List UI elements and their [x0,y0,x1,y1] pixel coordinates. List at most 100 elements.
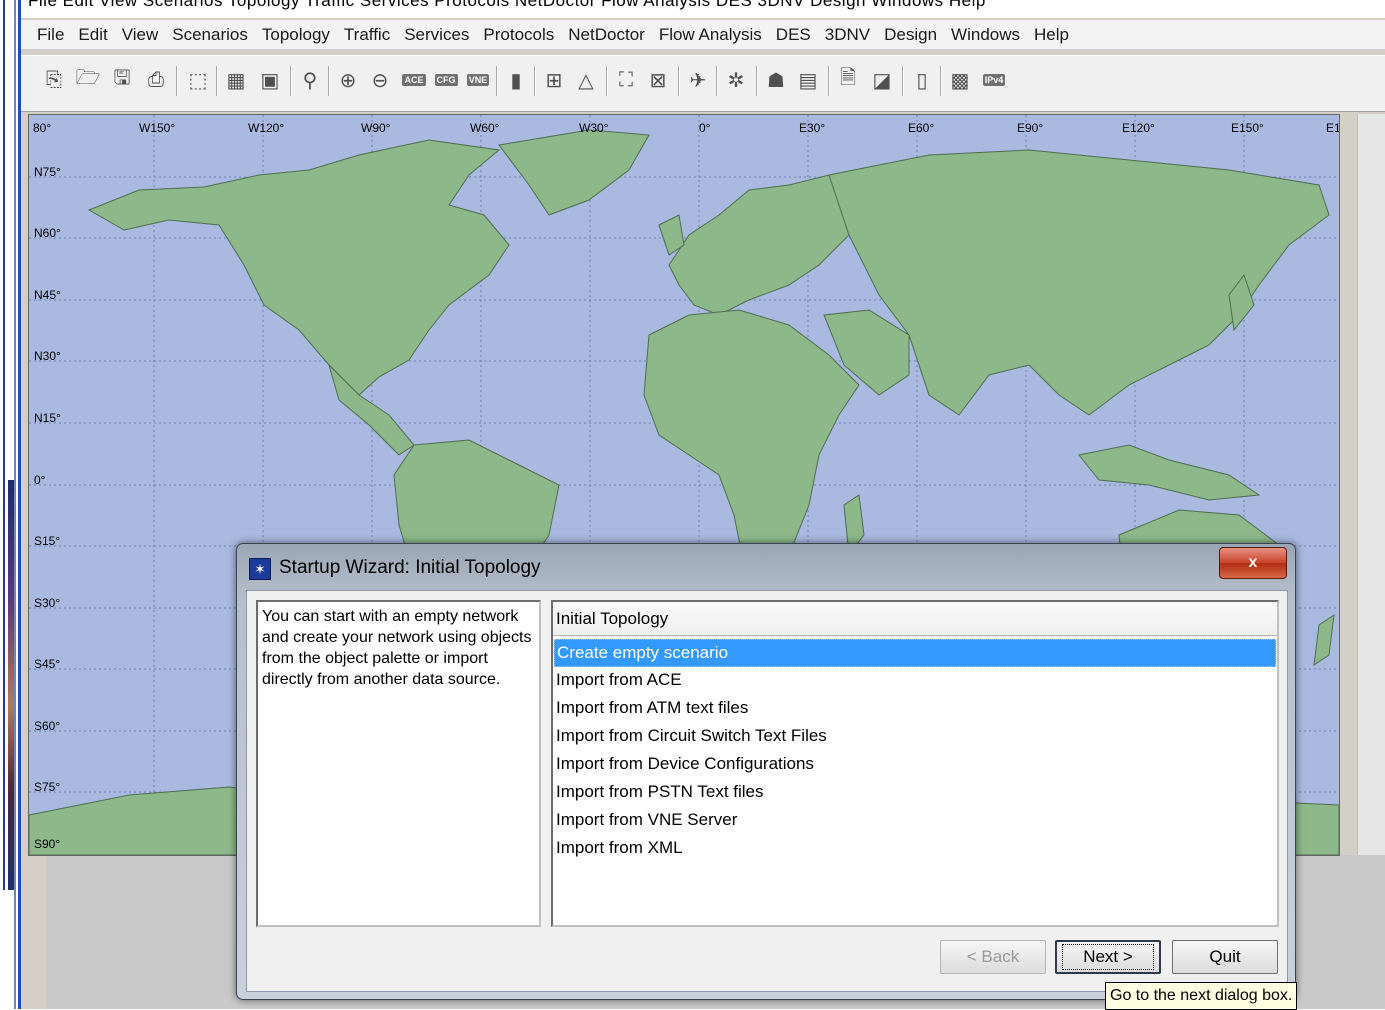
close-button[interactable]: x [1219,547,1287,579]
toolbar-separator [534,66,535,96]
toolbar-separator [328,66,329,96]
toolbar-separator [902,66,903,96]
toolbar-separator [716,66,717,96]
graph-icon[interactable]: ◪ [868,64,896,96]
dialog-body: You can start with an empty network and … [246,590,1288,992]
next-button[interactable]: Next > [1055,940,1161,974]
option-create-empty-scenario[interactable]: Create empty scenario [554,639,1276,667]
lon-label: W150° [139,121,176,135]
star-icon[interactable]: ✲ [722,64,750,96]
lon-label: W30° [579,121,609,135]
zoom-in-icon[interactable]: ⊕ [334,64,362,96]
lon-label: E30° [799,121,826,135]
pin-icon[interactable]: ✈ [684,64,712,96]
dialog-titlebar[interactable]: ✶ Startup Wizard: Initial Topology x [237,544,1295,590]
open-folder-icon[interactable]: 🗁 [74,64,102,96]
ipv4-badge-icon[interactable]: IPv4 [980,64,1008,96]
lat-label: S60° [34,719,61,733]
toolbar-separator [290,66,291,96]
lon-label: E90° [1017,121,1044,135]
menu-traffic[interactable]: Traffic [337,25,397,45]
lon-label: E150° [1231,121,1264,135]
configure-icon[interactable]: ▣ [256,64,284,96]
lat-label: N30° [34,349,61,363]
simulation-icon[interactable]: ☗ [762,64,790,96]
app-left-border [18,0,21,1009]
toolbar-separator [678,66,679,96]
toolbar-separator [828,66,829,96]
desktop-left-strip [0,0,18,1009]
option-import-vne-server[interactable]: Import from VNE Server [554,807,1276,835]
ipv6-icon[interactable]: ▩ [946,64,974,96]
menu-windows[interactable]: Windows [944,25,1027,45]
topology-options: Create empty scenario Import from ACE Im… [553,636,1277,863]
failure-node-icon[interactable]: ⚲ [296,64,324,96]
select-region-icon[interactable]: ⬚ [184,64,212,96]
menu-flow-analysis[interactable]: Flow Analysis [652,25,769,45]
menu-help[interactable]: Help [1027,25,1076,45]
toolbar-separator [496,66,497,96]
quit-button[interactable]: Quit [1172,940,1278,974]
results-icon[interactable]: ▤ [794,64,822,96]
menu-file[interactable]: File [30,25,71,45]
back-button[interactable]: < Back [940,940,1046,974]
option-import-device-configurations[interactable]: Import from Device Configurations [554,751,1276,779]
cfg-badge-text: CFG [434,74,458,86]
device-icon[interactable]: ▮ [502,64,530,96]
network-icon[interactable]: ⊞ [540,64,568,96]
lat-label: S45° [34,657,61,671]
menu-3dnv[interactable]: 3DNV [818,25,877,45]
toolbar-separator [606,66,607,96]
option-import-xml[interactable]: Import from XML [554,835,1276,863]
right-scroll-area[interactable] [1357,114,1385,855]
lat-label: N45° [34,288,61,302]
lon-label: W90° [361,121,391,135]
vne-badge-icon[interactable]: VNE [464,64,492,96]
object-palette-icon[interactable]: ▦ [222,64,250,96]
description-panel: You can start with an empty network and … [256,600,541,927]
triangle-icon[interactable]: △ [572,64,600,96]
initial-topology-list[interactable]: Initial Topology Create empty scenario I… [551,600,1279,927]
save-icon[interactable]: 🖫 [108,64,136,96]
menu-design[interactable]: Design [877,25,944,45]
menu-edit[interactable]: Edit [71,25,114,45]
lat-label: N75° [34,165,61,179]
toolbar: ⎘ 🗁 🖫 ⎙ ⬚ ▦ ▣ ⚲ ⊕ ⊖ ACE CFG VNE ▮ ⊞ △ ⛶ … [18,55,1385,112]
cropped-menu-remnant: File Edit View Scenarios Topology Traffi… [18,0,1385,18]
expand-icon[interactable]: ⛶ [612,64,640,96]
list-header[interactable]: Initial Topology [553,602,1277,636]
cropped-menu-text: File Edit View Scenarios Topology Traffi… [28,0,986,10]
option-import-pstn[interactable]: Import from PSTN Text files [554,779,1276,807]
menu-des[interactable]: DES [769,25,818,45]
clipboard-icon[interactable]: ▯ [908,64,936,96]
toolbar-separator [176,66,177,96]
option-import-circuit-switch[interactable]: Import from Circuit Switch Text Files [554,723,1276,751]
ipv4-badge-text: IPv4 [982,74,1006,86]
option-import-atm[interactable]: Import from ATM text files [554,695,1276,723]
lon-label: 80° [33,121,52,135]
lat-label: S75° [34,780,61,794]
lon-label: E60° [908,121,935,135]
dialog-title: Startup Wizard: Initial Topology [279,557,541,578]
option-import-ace[interactable]: Import from ACE [554,667,1276,695]
menu-protocols[interactable]: Protocols [476,25,561,45]
cfg-badge-icon[interactable]: CFG [432,64,460,96]
print-icon[interactable]: ⎙ [142,64,170,96]
lon-label: W60° [470,121,500,135]
toolbar-separator [216,66,217,96]
new-project-icon[interactable]: ⎘ [40,64,68,96]
lon-label: W120° [248,121,285,135]
menu-scenarios[interactable]: Scenarios [165,25,255,45]
menu-topology[interactable]: Topology [255,25,337,45]
menu-view[interactable]: View [115,25,166,45]
next-button-tooltip: Go to the next dialog box. [1105,982,1298,1010]
report-icon[interactable]: 🗎 [834,64,862,96]
toolbar-separator [940,66,941,96]
zoom-out-icon[interactable]: ⊖ [366,64,394,96]
menu-services[interactable]: Services [397,25,476,45]
lon-label: E1 [1326,121,1340,135]
lon-label: 0° [699,121,711,135]
ace-badge-icon[interactable]: ACE [400,64,428,96]
menu-netdoctor[interactable]: NetDoctor [561,25,652,45]
collapse-icon[interactable]: ⊠ [644,64,672,96]
